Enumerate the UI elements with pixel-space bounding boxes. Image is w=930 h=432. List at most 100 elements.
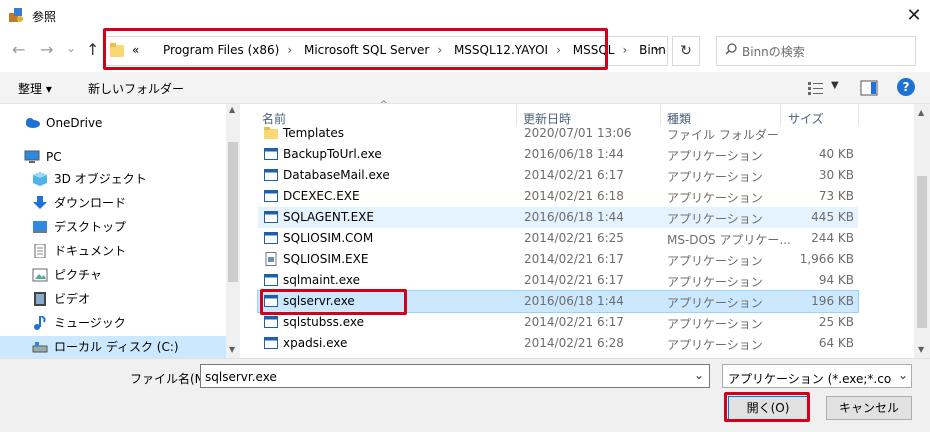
file-date: 2014/02/21 6:17 (524, 252, 624, 266)
file-date: 2016/06/18 1:44 (524, 294, 624, 308)
application-icon (264, 211, 278, 223)
file-type: アプリケーション (667, 338, 763, 352)
cube-icon (33, 172, 47, 186)
application-icon (264, 274, 278, 286)
file-row[interactable]: DatabaseMail.exe 2014/02/21 6:17 アプリケーショ… (258, 165, 858, 186)
sidebar-item-label: ダウンロード (54, 196, 127, 210)
file-type-filter-value: アプリケーション (*.exe;*.com;*.icd (728, 372, 892, 386)
file-row[interactable]: BackupToUrl.exe 2016/06/18 1:44 アプリケーション… (258, 144, 858, 165)
up-button[interactable]: ↑ (86, 40, 99, 59)
filename-value: sqlservr.exe (205, 370, 277, 384)
file-date: 2014/02/21 6:28 (524, 336, 624, 350)
sidebar-scroll-thumb[interactable] (228, 142, 238, 282)
application-icon (264, 148, 278, 160)
highlight-address-bar (103, 28, 608, 70)
preview-pane-icon[interactable] (860, 80, 878, 96)
folder-icon (264, 127, 278, 139)
highlight-selected-file (260, 289, 407, 315)
file-name: SQLIOSIM.COM (283, 231, 374, 245)
file-name: xpadsi.exe (283, 336, 348, 350)
back-button[interactable]: ← (12, 40, 25, 60)
file-type: アプリケーション (667, 254, 763, 268)
file-row[interactable]: xpadsi.exe 2014/02/21 6:28 アプリケーション 64 K… (258, 333, 858, 354)
highlight-open-button (724, 392, 810, 422)
file-type: アプリケーション (667, 170, 763, 184)
help-icon[interactable]: ? (897, 78, 915, 96)
new-folder-button[interactable]: 新しいフォルダー (88, 80, 184, 97)
sidebar-item-label: ローカル ディスク (C:) (54, 340, 179, 354)
file-row[interactable]: sqlstubss.exe 2014/02/21 6:17 アプリケーション 2… (258, 312, 858, 333)
filename-dropdown-icon[interactable]: ⌄ (694, 368, 704, 382)
sidebar-item-label: OneDrive (46, 116, 103, 130)
application-icon (264, 316, 278, 328)
sqliosim-app-icon (265, 252, 277, 266)
file-name: Templates (283, 126, 345, 140)
music-icon (34, 316, 46, 330)
file-name: sqlstubss.exe (283, 315, 364, 329)
application-icon (264, 169, 278, 181)
file-name: DCEXEC.EXE (283, 189, 360, 203)
organize-button[interactable]: 整理 ▾ (18, 80, 52, 97)
file-size: 196 KB (811, 294, 854, 308)
file-size: 40 KB (818, 147, 854, 161)
file-size: 64 KB (818, 336, 854, 350)
file-name: sqlmaint.exe (283, 273, 360, 287)
file-date: 2014/02/21 6:17 (524, 315, 624, 329)
column-divider[interactable] (858, 104, 859, 126)
sidebar-item-label: ビデオ (54, 292, 91, 306)
close-icon[interactable]: ✕ (902, 4, 926, 28)
file-row[interactable]: sqlmaint.exe 2014/02/21 6:17 アプリケーション 94… (258, 270, 858, 291)
filter-dropdown-icon[interactable]: ⌄ (898, 368, 908, 382)
file-size: 73 KB (818, 189, 854, 203)
file-size: 1,966 KB (799, 252, 854, 266)
application-icon (264, 232, 278, 244)
file-row[interactable]: DCEXEC.EXE 2014/02/21 6:18 アプリケーション 73 K… (258, 186, 858, 207)
file-row-hover[interactable]: SQLAGENT.EXE 2016/06/18 1:44 アプリケーション 44… (258, 207, 858, 228)
recent-locations-button[interactable]: ⌄ (66, 38, 76, 58)
computer-icon (24, 150, 40, 163)
file-date: 2014/02/21 6:17 (524, 168, 624, 182)
view-options-icon[interactable] (808, 81, 824, 95)
file-date: 2014/02/21 6:25 (524, 231, 624, 245)
forward-button[interactable]: → (40, 40, 53, 60)
file-type: アプリケーション (667, 149, 763, 163)
file-size: 25 KB (818, 315, 854, 329)
view-dropdown-icon[interactable]: ▼ (831, 80, 839, 91)
sidebar-item-label: ドキュメント (54, 244, 127, 258)
drive-icon (32, 342, 48, 353)
app-icon (9, 8, 23, 22)
list-scroll-down-icon[interactable]: ▼ (918, 345, 924, 354)
file-date: 2016/06/18 1:44 (524, 147, 624, 161)
sidebar-item-label: 3D オブジェクト (54, 172, 147, 186)
file-date: 2014/02/21 6:17 (524, 273, 624, 287)
sidebar-scroll-up-icon[interactable]: ▲ (229, 105, 235, 114)
list-scroll-up-icon[interactable]: ▲ (918, 108, 924, 117)
file-date: 2014/02/21 6:18 (524, 189, 624, 203)
application-icon (264, 337, 278, 349)
refresh-button[interactable]: ↻ (672, 36, 700, 66)
file-size: 445 KB (811, 210, 854, 224)
sort-ascending-icon: ^ (380, 100, 388, 110)
sidebar-scroll-down-icon[interactable]: ▼ (229, 345, 235, 354)
file-row[interactable]: SQLIOSIM.COM 2014/02/21 6:25 MS-DOS アプリケ… (258, 228, 858, 249)
cancel-button[interactable]: キャンセル (826, 396, 912, 420)
file-date: 2020/07/01 13:06 (524, 126, 632, 140)
search-placeholder: Binnの検索 (742, 45, 805, 59)
file-row[interactable]: SQLIOSIM.EXE 2014/02/21 6:17 アプリケーション 1,… (258, 249, 858, 270)
file-size: 244 KB (811, 231, 854, 245)
file-type: アプリケーション (667, 212, 763, 226)
file-date: 2016/06/18 1:44 (524, 210, 624, 224)
sidebar-item-label: PC (46, 150, 62, 164)
file-size: 30 KB (818, 168, 854, 182)
file-type: MS-DOS アプリケー... (667, 233, 791, 247)
cloud-icon (26, 118, 40, 128)
file-name: SQLAGENT.EXE (283, 210, 374, 224)
file-name: DatabaseMail.exe (283, 168, 390, 182)
picture-icon (32, 268, 48, 282)
file-type: アプリケーション (667, 191, 763, 205)
file-type: アプリケーション (667, 317, 763, 331)
file-list-scroll-thumb[interactable] (917, 176, 927, 328)
address-dropdown-icon[interactable]: ⌄ (652, 40, 662, 54)
file-row-templates[interactable]: Templates 2020/07/01 13:06 ファイル フォルダー (258, 123, 858, 144)
search-icon (725, 43, 737, 55)
